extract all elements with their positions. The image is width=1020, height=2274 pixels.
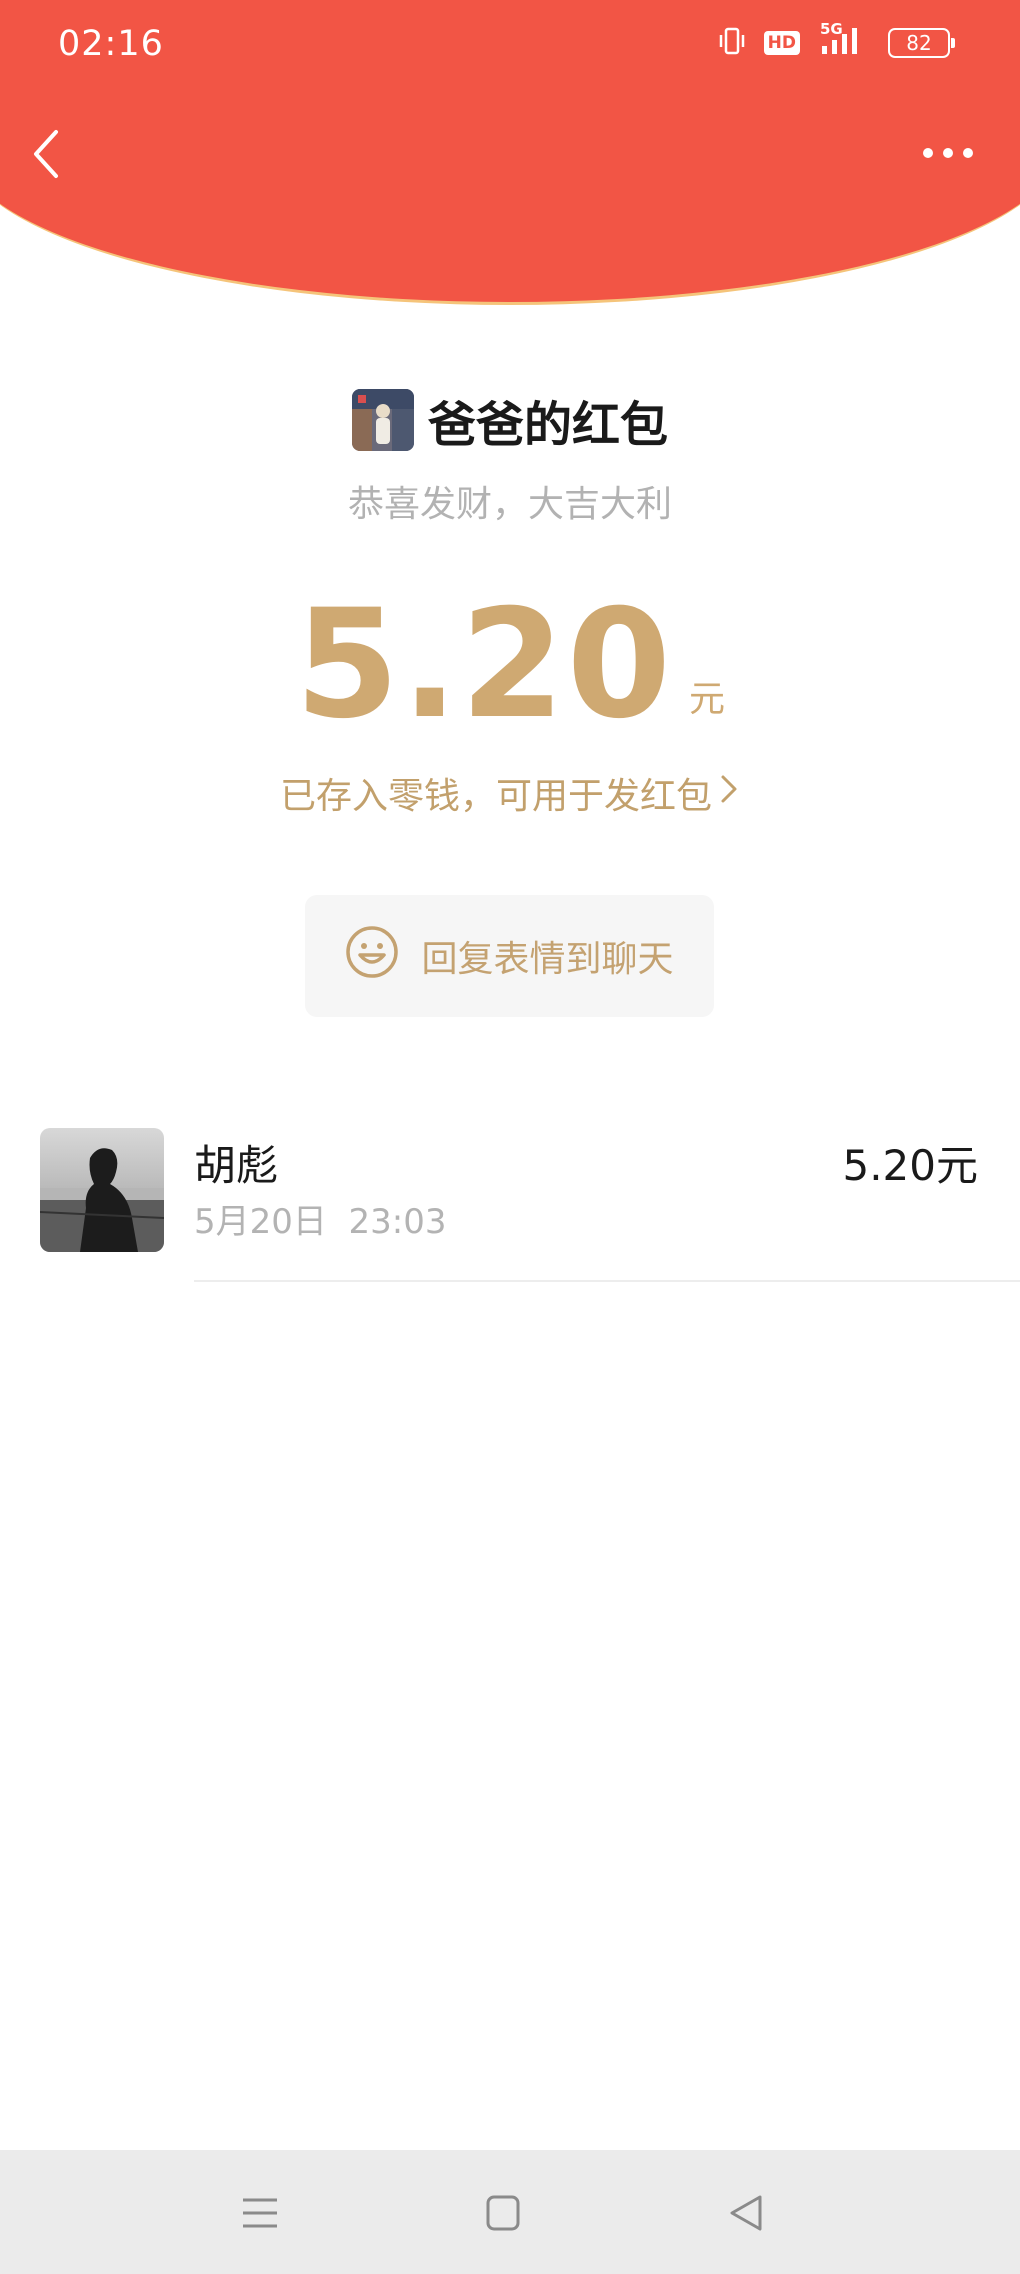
back-triangle-icon [730, 2195, 762, 2231]
back-nav-button[interactable] [722, 2188, 772, 2238]
saved-text: 已存入零钱，可用于发红包 [279, 776, 712, 817]
envelope-title-row: 爸爸的红包 [0, 385, 1020, 455]
more-button[interactable] [918, 138, 978, 168]
saved-to-wallet-link[interactable]: 已存入零钱，可用于发红包 [0, 767, 1020, 819]
record-amount: 5.20元 [842, 1141, 978, 1190]
menu-icon [243, 2198, 277, 2228]
sender-avatar [351, 389, 414, 451]
status-time: 02:16 [58, 24, 164, 64]
envelope-title: 爸爸的红包 [427, 397, 668, 453]
more-dots-icon [923, 148, 973, 158]
hd-icon: HD [763, 31, 800, 55]
amount-row: 5.20 元 [0, 590, 1020, 740]
battery-icon: 82 [888, 28, 955, 58]
signal-5g-icon: 5G [818, 20, 870, 60]
status-bar: 02:16 HD 5G 82 [0, 0, 1020, 90]
menu-button[interactable] [235, 2188, 285, 2238]
chevron-right-icon [718, 771, 740, 816]
back-button[interactable] [26, 124, 66, 184]
amount-value: 5.20 [294, 578, 674, 752]
record-name: 胡彪 [194, 1141, 279, 1190]
home-square-icon [486, 2195, 520, 2231]
vibrate-icon [718, 26, 746, 60]
blessing-text: 恭喜发财，大吉大利 [347, 484, 672, 525]
reply-sticker-button[interactable]: 回复表情到聊天 [305, 895, 714, 1017]
avatar [40, 1128, 164, 1252]
divider [194, 1280, 1020, 1282]
home-button[interactable] [478, 2188, 528, 2238]
reply-label: 回复表情到聊天 [421, 939, 674, 980]
record-time: 5月20日 23:03 [194, 1202, 447, 1242]
chevron-left-icon [34, 130, 58, 178]
amount-unit: 元 [689, 679, 726, 720]
navigation-bar [0, 2150, 1020, 2274]
smiley-icon [345, 925, 399, 988]
status-icons: HD 5G 82 [718, 20, 955, 60]
list-item[interactable]: 胡彪 5月20日 23:03 5.20元 [0, 1112, 1020, 1282]
network-label: 5G [820, 20, 843, 38]
